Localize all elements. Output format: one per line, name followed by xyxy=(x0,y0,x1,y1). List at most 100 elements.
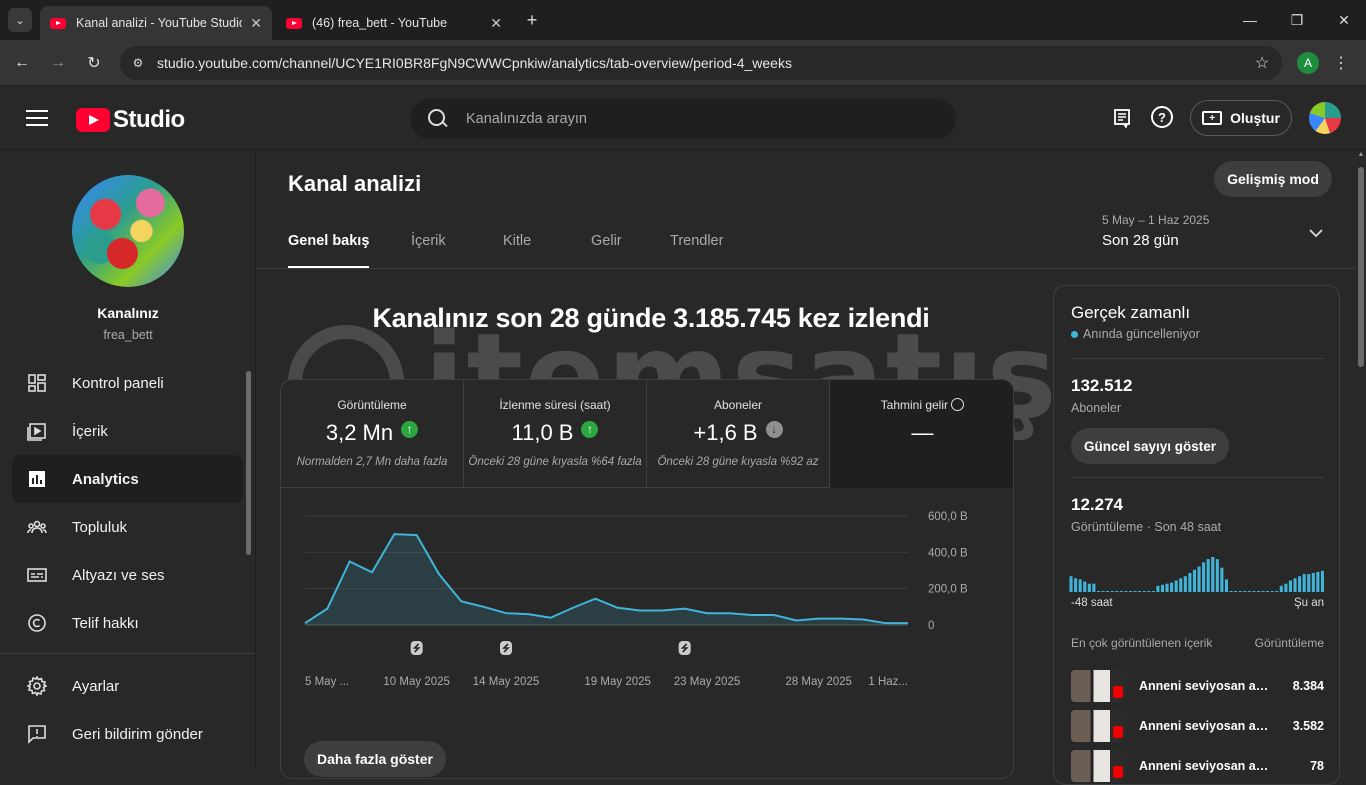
realtime-subscribers: 132.512 xyxy=(1071,376,1132,396)
tab-trends[interactable]: Trendler xyxy=(670,233,723,249)
account-avatar[interactable] xyxy=(1309,102,1341,134)
sidebar-item-dashboard[interactable]: Kontrol paneli xyxy=(12,359,243,407)
x-tick-label: 23 May 2025 xyxy=(674,676,741,688)
feedback-messages-icon[interactable] xyxy=(1110,106,1134,130)
period-label[interactable]: Son 28 gün xyxy=(1102,232,1179,249)
realtime-bar xyxy=(1262,591,1265,592)
sidebar-item-analytics[interactable]: Analytics xyxy=(12,455,243,503)
y-tick-label: 200,0 B xyxy=(928,584,968,596)
browser-profile-avatar[interactable]: A xyxy=(1297,52,1319,74)
search-input[interactable] xyxy=(466,111,916,127)
sidebar-divider xyxy=(0,653,255,654)
list-item[interactable]: Anneni seviyosan abone ol 8.384 xyxy=(1071,670,1324,704)
metric-watch-time[interactable]: İzlenme süresi (saat) 11,0 B Önceki 28 g… xyxy=(464,380,647,488)
content-icon xyxy=(26,420,48,442)
hamburger-menu-icon[interactable] xyxy=(26,110,48,126)
tab-search-dropdown[interactable]: ⌄ xyxy=(8,8,32,32)
realtime-bar xyxy=(1312,573,1315,592)
info-clock-icon[interactable] xyxy=(951,398,964,411)
main-scrollbar[interactable] xyxy=(1358,167,1364,367)
list-item[interactable]: Anneni seviyosan abone ol 3.582 xyxy=(1071,710,1324,744)
browser-menu-icon[interactable]: ⋮ xyxy=(1330,52,1352,74)
realtime-bar xyxy=(1230,591,1233,592)
metric-views[interactable]: Görüntüleme 3,2 Mn Normalden 2,7 Mn daha… xyxy=(281,380,464,488)
address-bar[interactable]: ⚙ studio.youtube.com/channel/UCYE1RI0BR8… xyxy=(120,46,1282,80)
studio-logo[interactable]: Studio xyxy=(76,106,185,134)
forward-icon[interactable]: → xyxy=(46,51,70,75)
tab-content[interactable]: İçerik xyxy=(411,233,446,249)
realtime-bar xyxy=(1248,591,1251,592)
restore-icon[interactable]: ❐ xyxy=(1285,8,1309,32)
list-item[interactable]: Anneni seviyosan abone ol 78 xyxy=(1071,750,1324,784)
close-tab-icon[interactable]: ✕ xyxy=(250,15,262,32)
close-tab-icon[interactable]: ✕ xyxy=(490,15,502,32)
x-tick-label: 5 May ... xyxy=(305,676,349,688)
realtime-bar xyxy=(1170,583,1173,592)
period-range[interactable]: 5 May – 1 Haz 2025 xyxy=(1102,213,1209,227)
sidebar-item-feedback[interactable]: Geri bildirim gönder xyxy=(12,710,243,758)
create-button[interactable]: + Oluştur xyxy=(1190,100,1292,136)
tab-audience[interactable]: Kitle xyxy=(503,233,531,249)
sidebar-item-subtitles[interactable]: Altyazı ve ses xyxy=(12,551,243,599)
dashboard-icon xyxy=(26,372,48,394)
realtime-bar xyxy=(1243,591,1246,592)
channel-avatar[interactable] xyxy=(72,175,184,287)
sidebar: Kanalınız frea_bett Kontrol paneli İçeri… xyxy=(0,151,256,768)
sidebar-scrollbar[interactable] xyxy=(246,371,251,555)
realtime-bar xyxy=(1284,584,1287,592)
youtube-logo-icon xyxy=(76,108,110,132)
realtime-bar xyxy=(1216,559,1219,592)
divider xyxy=(1071,358,1324,359)
video-thumbnail[interactable] xyxy=(1071,710,1127,742)
reload-icon[interactable]: ↻ xyxy=(82,51,106,75)
advanced-mode-button[interactable]: Gelişmiş mod xyxy=(1214,161,1332,197)
youtube-favicon-icon xyxy=(50,18,66,29)
show-more-button[interactable]: Daha fazla göster xyxy=(304,741,446,777)
url-text[interactable]: studio.youtube.com/channel/UCYE1RI0BR8Fg… xyxy=(157,55,1248,71)
channel-handle: frea_bett xyxy=(0,328,256,342)
live-dot-icon xyxy=(1071,331,1078,338)
feedback-icon xyxy=(26,723,48,745)
video-thumbnail[interactable] xyxy=(1071,670,1127,702)
chevron-down-icon[interactable] xyxy=(1306,223,1326,243)
video-thumbnail[interactable] xyxy=(1071,750,1127,782)
minimize-icon[interactable]: — xyxy=(1238,8,1262,32)
new-tab-button[interactable]: + xyxy=(520,8,544,32)
x-tick-label: 19 May 2025 xyxy=(584,676,651,688)
browser-tab-studio[interactable]: Kanal analizi - YouTube Studio ✕ xyxy=(40,6,272,40)
realtime-bar xyxy=(1275,591,1278,592)
bookmark-star-icon[interactable]: ☆ xyxy=(1248,53,1276,73)
x-tick-label: 1 Haz... xyxy=(868,676,908,688)
tab-revenue[interactable]: Gelir xyxy=(591,233,622,249)
metric-revenue[interactable]: Tahmini gelir — xyxy=(830,380,1014,488)
browser-tab-youtube[interactable]: (46) frea_bett - YouTube ✕ xyxy=(276,6,512,40)
metric-subscribers[interactable]: Aboneler +1,6 B Önceki 28 güne kıyasla %… xyxy=(647,380,830,488)
back-icon[interactable]: ← xyxy=(10,51,34,75)
sidebar-item-settings[interactable]: Ayarlar xyxy=(12,662,243,710)
close-window-icon[interactable]: ✕ xyxy=(1332,8,1356,32)
realtime-bar xyxy=(1271,591,1274,592)
views-chart[interactable]: 600,0 B400,0 B200,0 B05 May ...10 May 20… xyxy=(281,488,1014,728)
realtime-bar xyxy=(1179,578,1182,592)
realtime-bar xyxy=(1115,591,1118,592)
realtime-bar xyxy=(1307,574,1310,592)
sidebar-item-content[interactable]: İçerik xyxy=(12,407,243,455)
realtime-bar xyxy=(1252,591,1255,592)
scroll-up-arrow-icon[interactable]: ▲ xyxy=(1356,151,1366,161)
realtime-bar-chart[interactable] xyxy=(1069,544,1325,604)
sidebar-item-copyright[interactable]: Telif hakkı xyxy=(12,599,243,647)
tab-overview[interactable]: Genel bakış xyxy=(288,233,369,249)
trend-down-icon xyxy=(766,421,783,438)
realtime-bar xyxy=(1207,559,1210,592)
realtime-title: Gerçek zamanlı xyxy=(1071,303,1190,323)
y-tick-label: 400,0 B xyxy=(928,547,968,559)
realtime-bar xyxy=(1102,591,1105,592)
realtime-bar xyxy=(1289,580,1292,592)
site-info-icon[interactable]: ⚙ xyxy=(125,50,151,76)
realtime-bar xyxy=(1294,578,1297,592)
sidebar-item-community[interactable]: Topluluk xyxy=(12,503,243,551)
show-live-count-button[interactable]: Güncel sayıyı göster xyxy=(1071,428,1229,464)
channel-search[interactable] xyxy=(410,99,956,139)
help-icon[interactable]: ? xyxy=(1151,106,1173,128)
realtime-bar xyxy=(1280,586,1283,592)
